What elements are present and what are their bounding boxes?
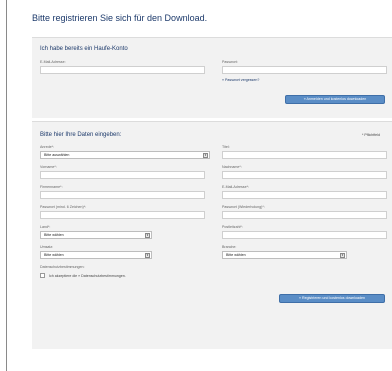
branche-label: Branche: bbox=[222, 245, 237, 249]
titel-input[interactable] bbox=[222, 151, 387, 159]
email-label: E-Mail-Adresse*: bbox=[222, 185, 249, 189]
email-input[interactable] bbox=[222, 191, 387, 199]
login-password-label: Passwort: bbox=[222, 60, 238, 64]
umsatz-select[interactable]: Bitte wählen ▾ bbox=[40, 251, 152, 259]
land-select[interactable]: Bitte wählen ▾ bbox=[40, 231, 152, 239]
chevron-down-icon: ▾ bbox=[340, 253, 345, 258]
vorname-input[interactable] bbox=[40, 171, 205, 179]
passwort-input[interactable] bbox=[40, 211, 205, 219]
page-title: Bitte registrieren Sie sich für den Down… bbox=[32, 13, 208, 23]
postleitzahl-input[interactable] bbox=[222, 231, 387, 239]
postleitzahl-label: Postleitzahl*: bbox=[222, 225, 243, 229]
branche-select-value: Bitte wählen bbox=[226, 253, 246, 257]
chevron-down-icon: ▾ bbox=[145, 253, 150, 258]
chevron-down-icon: ▾ bbox=[203, 153, 208, 158]
left-edge-rule bbox=[6, 0, 7, 371]
anrede-select[interactable]: Bitte auswählen ▾ bbox=[40, 151, 210, 159]
registration-page: Bitte registrieren Sie sich für den Down… bbox=[32, 0, 392, 371]
vorname-label: Vorname*: bbox=[40, 165, 57, 169]
consent-text[interactable]: Ich akzeptiere die » Datenschutzbestimmu… bbox=[49, 274, 126, 278]
passwort-label: Passwort (mind. 6 Zeichen)*: bbox=[40, 205, 87, 209]
required-note: * Pflichtfeld bbox=[362, 133, 380, 137]
register-heading: Bitte hier Ihre Daten eingeben: bbox=[40, 132, 122, 138]
login-email-input[interactable] bbox=[40, 66, 205, 74]
branche-select[interactable]: Bitte wählen ▾ bbox=[222, 251, 347, 259]
passwort-repeat-label: Passwort (Wiederholung)*: bbox=[222, 205, 265, 209]
chevron-down-icon: ▾ bbox=[145, 233, 150, 238]
umsatz-select-value: Bitte wählen bbox=[44, 253, 64, 257]
login-heading: Ich habe bereits ein Haufe-Konto bbox=[40, 46, 128, 52]
land-label: Land*: bbox=[40, 225, 51, 229]
land-select-value: Bitte wählen bbox=[44, 233, 64, 237]
umsatz-label: Umsatz: bbox=[40, 245, 54, 249]
titel-label: Titel: bbox=[222, 145, 230, 149]
forgot-password-link[interactable]: » Passwort vergessen? bbox=[222, 78, 259, 82]
nachname-input[interactable] bbox=[222, 171, 387, 179]
anrede-label: Anrede*: bbox=[40, 145, 54, 149]
passwort-repeat-input[interactable] bbox=[222, 211, 387, 219]
login-password-input[interactable] bbox=[222, 66, 387, 74]
login-email-label: E-Mail-Adresse: bbox=[40, 60, 66, 64]
login-submit-button[interactable]: » Anmelden und kostenlos downloaden bbox=[285, 95, 385, 104]
consent-checkbox[interactable] bbox=[40, 273, 45, 278]
nachname-label: Nachname*: bbox=[222, 165, 242, 169]
register-submit-button[interactable]: » Registrieren und kostenlos downloaden bbox=[279, 294, 385, 303]
anrede-select-value: Bitte auswählen bbox=[44, 153, 70, 157]
datenschutz-label: Datenschutzbestimmungen: bbox=[40, 265, 85, 269]
firmenname-input[interactable] bbox=[40, 191, 205, 199]
login-panel: Ich habe bereits ein Haufe-Konto E-Mail-… bbox=[32, 37, 392, 118]
firmenname-label: Firmenname*: bbox=[40, 185, 63, 189]
register-panel: Bitte hier Ihre Daten eingeben: * Pflich… bbox=[32, 121, 392, 349]
